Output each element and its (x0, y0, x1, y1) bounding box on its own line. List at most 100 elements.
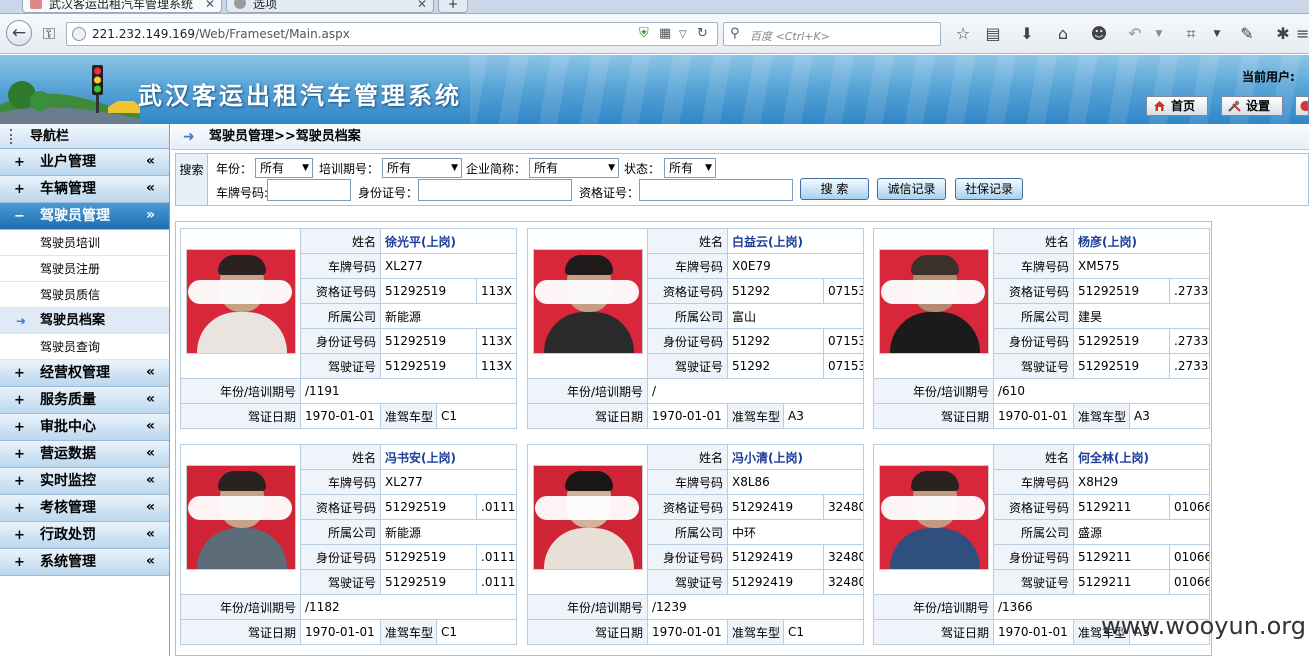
driver-name-link[interactable]: 白益云(上岗) (726, 228, 865, 254)
search-icon: ⚲ (730, 26, 740, 41)
period-select[interactable]: 所有 ▼ (382, 158, 462, 178)
id-label: 身份证号码 (647, 328, 728, 354)
watermark-text: www.wooyun.org (1101, 612, 1306, 640)
browser-tab-options[interactable]: 选项 ✕ (226, 0, 434, 13)
menu-business-owner[interactable]: + 业户管理 « (0, 149, 169, 176)
menu-approval-center[interactable]: + 审批中心 « (0, 414, 169, 441)
social-insurance-button[interactable]: 社保记录 (955, 178, 1023, 200)
license-value-tail: 01066030 (1169, 569, 1211, 595)
home-button[interactable]: 首页 (1146, 96, 1208, 116)
license-date-label: 驾证日期 (873, 619, 994, 645)
menu-label: 经营权管理 (40, 365, 110, 381)
plate-input[interactable] (267, 179, 351, 201)
name-label: 姓名 (993, 444, 1074, 470)
driver-name-link[interactable]: 冯书安(上岗) (379, 444, 518, 470)
menu-system-management[interactable]: + 系统管理 « (0, 549, 169, 576)
addon-icon[interactable]: ✱ (1272, 23, 1294, 45)
arrow-right-icon: ➜ (16, 314, 27, 328)
chat-icon[interactable]: ☻ (1088, 23, 1110, 45)
traffic-light-logo-icon (0, 65, 140, 124)
shield-icon[interactable]: ⛨ (639, 26, 649, 41)
menu-driver[interactable]: − 驾驶员管理 » (0, 203, 169, 230)
submenu-driver-training[interactable]: 驾驶员培训 (0, 230, 169, 256)
menu-operating-rights[interactable]: + 经营权管理 « (0, 360, 169, 387)
company-label: 所属公司 (647, 303, 728, 329)
company-select[interactable]: 所有 ▼ (529, 158, 619, 178)
period-select-value: 所有 (387, 161, 412, 175)
search-panel: 搜索 年份： 所有 ▼ 培训期号： 所有 ▼ 企业简称： 所有 ▼ 状态： 所有 ▼ 车… (175, 153, 1309, 206)
license-date-value: 1970-01-01 (647, 403, 728, 429)
submenu-driver-query[interactable]: 驾驶员查询 (0, 334, 169, 360)
license-label: 驾驶证号 (647, 569, 728, 595)
driver-name-link[interactable]: 何全林(上岗) (1072, 444, 1211, 470)
menu-realtime-monitor[interactable]: + 实时监控 « (0, 468, 169, 495)
menu-vehicle[interactable]: + 车辆管理 « (0, 176, 169, 203)
crop-icon[interactable]: ⌗ (1180, 23, 1202, 45)
vehicle-type-label: 准驾车型 (380, 619, 437, 645)
logout-button[interactable] (1295, 96, 1309, 116)
submenu-driver-registration[interactable]: 驾驶员注册 (0, 256, 169, 282)
comment-icon[interactable]: ✎ (1236, 23, 1258, 45)
redaction-mask (881, 280, 985, 304)
license-label: 驾驶证号 (300, 569, 381, 595)
company-label: 所属公司 (300, 519, 381, 545)
status-label: 状态： (624, 162, 661, 176)
cert-value-tail: 01066030 (1169, 494, 1211, 520)
menu-administrative-penalty[interactable]: + 行政处罚 « (0, 522, 169, 549)
dropdown-triangle-icon[interactable]: ▽ (679, 29, 687, 40)
menu-assessment[interactable]: + 考核管理 « (0, 495, 169, 522)
reading-list-icon[interactable]: ▤ (982, 23, 1004, 45)
key-icon[interactable]: ⚿ (38, 23, 60, 45)
driver-name-link[interactable]: 杨彦(上岗) (1072, 228, 1211, 254)
reload-icon[interactable]: ↻ (697, 26, 708, 41)
cert-input[interactable] (639, 179, 793, 201)
driver-name-link[interactable]: 徐光平(上岗) (379, 228, 518, 254)
menu-service-quality[interactable]: + 服务质量 « (0, 387, 169, 414)
plate-label: 车牌号码 (300, 253, 381, 279)
gear-icon (234, 0, 246, 9)
undo-icon[interactable]: ↶ (1124, 23, 1146, 45)
close-tab-icon[interactable]: ✕ (205, 0, 215, 12)
plate-label: 车牌号码 (647, 469, 728, 495)
browser-tab-title: 武汉客运出租汽车管理系统 (49, 0, 194, 11)
driver-name-link[interactable]: 冯小清(上岗) (726, 444, 865, 470)
menu-operation-data[interactable]: + 营运数据 « (0, 441, 169, 468)
url-text: 221.232.149.169/Web/Frameset/Main.aspx (92, 27, 350, 41)
search-button[interactable]: 搜 索 (800, 178, 869, 200)
vehicle-type-value: C1 (435, 403, 518, 429)
qr-code-icon[interactable]: ▦ (659, 26, 671, 41)
settings-button[interactable]: 设置 (1221, 96, 1283, 116)
close-tab-icon[interactable]: ✕ (417, 0, 427, 12)
name-label: 姓名 (647, 444, 728, 470)
home-icon[interactable]: ⌂ (1052, 23, 1074, 45)
menu-label: 车辆管理 (40, 181, 96, 197)
submenu-driver-archive[interactable]: ➜ 驾驶员档案 (0, 308, 169, 334)
id-input[interactable] (418, 179, 572, 201)
browser-tab-main[interactable]: 武汉客运出租汽车管理系统 ✕ (22, 0, 222, 13)
license-value-tail: 113X (476, 353, 518, 379)
status-select[interactable]: 所有 ▼ (664, 158, 716, 178)
dropdown-arrow-icon: ▼ (302, 163, 309, 173)
search-box[interactable]: ⚲ 百度 <Ctrl+K> (723, 22, 941, 46)
credit-record-button[interactable]: 诚信记录 (877, 178, 946, 200)
vehicle-type-label: 准驾车型 (727, 619, 784, 645)
undo-menu-icon[interactable]: ▼ (1148, 23, 1170, 45)
back-arrow-icon[interactable]: ← (6, 20, 32, 46)
license-date-value: 1970-01-01 (300, 619, 381, 645)
id-value: 51292519 (380, 328, 477, 354)
name-label: 姓名 (300, 228, 381, 254)
vehicle-type-label: 准驾车型 (380, 403, 437, 429)
year-select-value: 所有 (260, 161, 285, 175)
download-icon[interactable]: ⬇ (1016, 23, 1038, 45)
id-value: 51292419 (727, 544, 824, 570)
id-label: 身份证号码 (300, 544, 381, 570)
menu-label: 行政处罚 (40, 527, 96, 543)
menu-icon[interactable]: ≡ (1296, 23, 1309, 45)
submenu-driver-credit[interactable]: 驾驶员质信 (0, 282, 169, 308)
bookmark-star-icon[interactable]: ☆ (952, 23, 974, 45)
crop-menu-icon[interactable]: ▼ (1206, 23, 1228, 45)
year-select[interactable]: 所有 ▼ (255, 158, 313, 178)
company-value: 建昊 (1072, 303, 1211, 329)
new-tab-button[interactable]: + (438, 0, 468, 13)
address-bar[interactable]: 221.232.149.169/Web/Frameset/Main.aspx ⛨… (66, 22, 718, 46)
